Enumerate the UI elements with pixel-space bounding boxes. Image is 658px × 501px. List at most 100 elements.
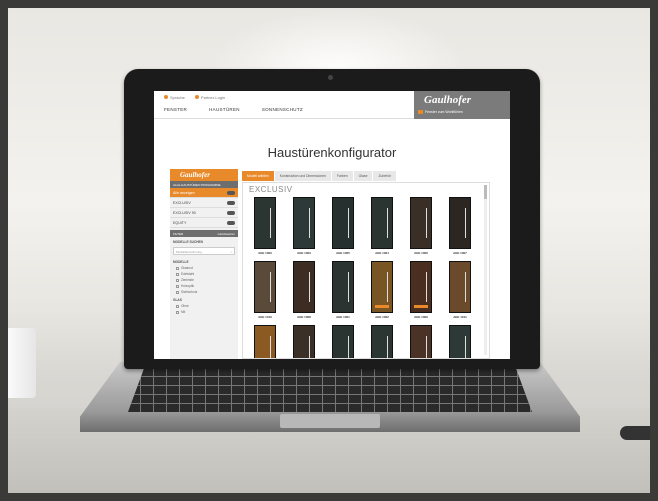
door-card[interactable] (327, 325, 359, 358)
door-card[interactable]: AEE 1006 (405, 197, 437, 255)
logo-block[interactable]: Gaulhofer Fenster zum Wohlfühlen (414, 91, 510, 119)
door-code: AEE 1011 (453, 315, 467, 319)
door-image[interactable] (410, 261, 432, 313)
language-link[interactable]: Sprache (164, 95, 185, 100)
door-image[interactable] (293, 261, 315, 313)
door-card[interactable]: AEE 1008 (288, 261, 320, 319)
door-image[interactable] (449, 197, 471, 249)
door-card[interactable]: AEE 1002 (366, 261, 398, 319)
search-label: MODELLE SUCHEN (173, 240, 203, 244)
filter-checkbox[interactable]: Mit (170, 309, 238, 315)
door-image[interactable] (410, 197, 432, 249)
scrollbar[interactable] (484, 185, 487, 355)
scrollbar-thumb[interactable] (484, 185, 487, 199)
tab[interactable]: Modell wählen (242, 171, 274, 181)
door-image[interactable] (410, 325, 432, 358)
filter-reset-link[interactable]: zurücksetzen (217, 232, 235, 236)
nav-haustueren[interactable]: HAUSTÜREN (209, 107, 240, 112)
tab[interactable]: Zubehör (373, 171, 397, 181)
door-code: AEE 1009 (414, 315, 428, 319)
product-area: EXCLUSIV AEE 1000 AEE 1003 AEE 1005 AEE 100… (242, 182, 490, 359)
page-title: Haustürenkonfigurator (267, 145, 397, 160)
door-card[interactable]: AEE 1010 (249, 261, 281, 319)
door-card[interactable]: AEE 1000 (249, 197, 281, 255)
door-handle (387, 336, 388, 358)
door-image[interactable] (371, 197, 393, 249)
door-handle (348, 272, 349, 302)
door-card[interactable] (444, 325, 476, 358)
sidebar-item[interactable]: EXCLUSIV (170, 198, 238, 208)
door-card[interactable] (366, 325, 398, 358)
nav-fenster[interactable]: FENSTER (164, 107, 187, 112)
door-handle (309, 336, 310, 358)
model-search-input[interactable]: Modellbezeichnung ⌕ (173, 247, 235, 255)
door-image[interactable] (254, 261, 276, 313)
tab[interactable]: Glase (353, 171, 373, 181)
door-card[interactable]: AEE 1011 (444, 261, 476, 319)
tab[interactable]: Farben (331, 171, 353, 181)
checkbox-label: Ohne (181, 304, 189, 308)
door-handle (270, 208, 271, 238)
door-card[interactable] (249, 325, 281, 358)
tab[interactable]: Konstruktion und Dimensionen (274, 171, 331, 181)
search-icon[interactable]: ⌕ (230, 250, 232, 254)
camera (328, 75, 333, 80)
partner-login-link[interactable]: Partner-Login (194, 95, 225, 100)
sidebar-item[interactable]: EQUITY (170, 218, 238, 228)
checkbox-icon[interactable] (176, 284, 179, 288)
checkbox-icon[interactable] (176, 278, 179, 282)
door-card[interactable]: AEE 1009 (405, 261, 437, 319)
door-code: AEE 1002 (375, 315, 389, 319)
laptop-screen: Sprache Partner-Login FENSTER HAUSTÜREN … (154, 91, 510, 359)
door-card[interactable] (288, 325, 320, 358)
door-code: AEE 1000 (258, 251, 272, 255)
door-card[interactable]: AEE 1005 (327, 197, 359, 255)
category-title: EXCLUSIV (249, 185, 293, 194)
door-image[interactable] (293, 325, 315, 358)
count-badge (227, 190, 235, 195)
door-code: AEE 1006 (414, 251, 428, 255)
door-handle (465, 336, 466, 358)
door-image[interactable] (449, 261, 471, 313)
laptop-lid: Sprache Partner-Login FENSTER HAUSTÜREN … (124, 69, 540, 369)
checkbox-icon[interactable] (176, 272, 179, 276)
door-handle (426, 336, 427, 358)
new-badge (414, 305, 428, 308)
sidebar: Gaulhofer ALLE HAUSTÜREN PROGRAMME Alle … (170, 169, 238, 359)
door-image[interactable] (254, 325, 276, 358)
door-card[interactable]: AEE 1001 (327, 261, 359, 319)
door-image[interactable] (371, 261, 393, 313)
door-handle (270, 272, 271, 302)
door-handle (465, 208, 466, 238)
door-card[interactable]: AEE 1004 (366, 197, 398, 255)
user-icon (194, 95, 199, 99)
checkbox-icon[interactable] (176, 310, 179, 314)
door-image[interactable] (332, 261, 354, 313)
door-image[interactable] (254, 197, 276, 249)
door-card[interactable]: AEE 1007 (444, 197, 476, 255)
filter-header: FILTER zurücksetzen (170, 230, 238, 237)
door-image[interactable] (293, 197, 315, 249)
door-code: AEE 1005 (336, 251, 350, 255)
door-handle (426, 272, 427, 302)
nav-sonnenschutz[interactable]: SONNENSCHUTZ (262, 107, 303, 112)
count-badge (227, 210, 235, 215)
sidebar-item-label: EXCLUSIV (173, 200, 191, 205)
door-card[interactable]: AEE 1003 (288, 197, 320, 255)
checkbox-icon[interactable] (176, 266, 179, 270)
checkbox-icon[interactable] (176, 304, 179, 308)
door-image[interactable] (449, 325, 471, 358)
sidebar-item[interactable]: EXCLUSIV 90 (170, 208, 238, 218)
count-badge (227, 200, 235, 205)
door-handle (309, 208, 310, 238)
door-image[interactable] (332, 197, 354, 249)
new-badge (375, 305, 389, 308)
door-image[interactable] (332, 325, 354, 358)
door-code: AEE 1001 (336, 315, 350, 319)
checkbox-icon[interactable] (176, 290, 179, 294)
door-card[interactable] (405, 325, 437, 358)
door-image[interactable] (371, 325, 393, 358)
sidebar-item[interactable]: Alle anzeigen (170, 188, 238, 198)
main-nav: FENSTER HAUSTÜREN SONNENSCHUTZ (164, 107, 303, 112)
top-links: Sprache Partner-Login (164, 95, 225, 100)
